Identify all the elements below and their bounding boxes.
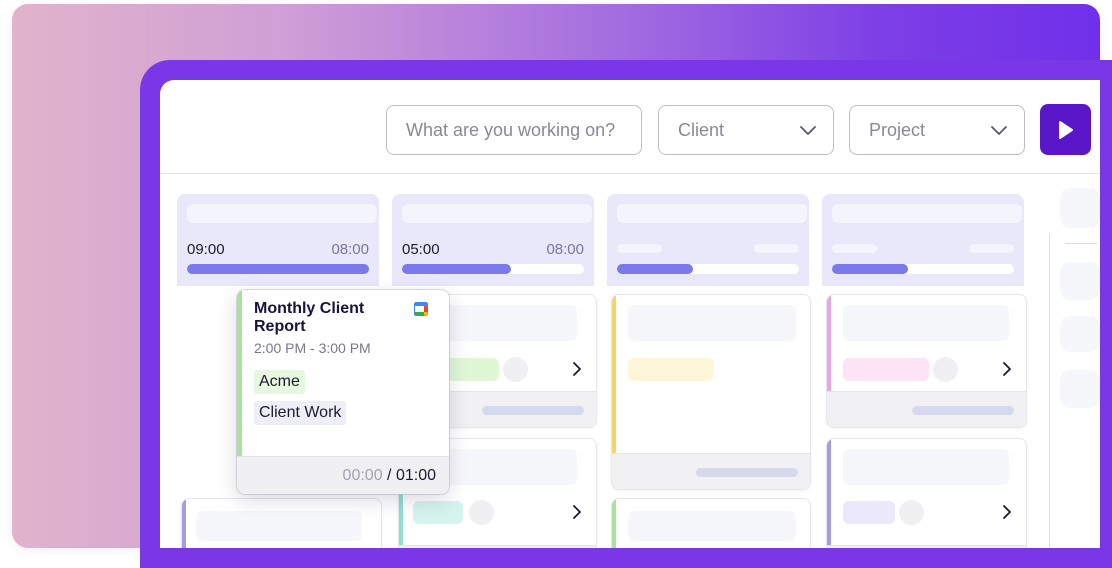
- card-title-skeleton: [843, 449, 1009, 485]
- client-select-label: Client: [678, 119, 725, 140]
- time-entry-card[interactable]: [826, 294, 1027, 428]
- card-title-skeleton: [843, 305, 1009, 341]
- time-entry-card[interactable]: [181, 498, 382, 548]
- chevron-down-icon: [991, 126, 1007, 135]
- card-tag-skeleton: [445, 358, 499, 381]
- time-entry-card[interactable]: [826, 438, 1027, 548]
- chevron-right-icon[interactable]: [570, 505, 584, 519]
- day-column-header: 05:00 08:00: [392, 194, 594, 286]
- rail-divider: [1049, 234, 1050, 548]
- chevron-right-icon[interactable]: [1000, 505, 1014, 519]
- time-skeleton: [832, 244, 877, 253]
- avatar-skeleton: [933, 357, 958, 382]
- footer-skeleton: [696, 468, 798, 477]
- rail-skeleton: [1060, 188, 1100, 228]
- target-time: 08:00: [546, 241, 584, 258]
- event-footer: 00:00 / 01:00: [237, 456, 449, 494]
- avatar-skeleton: [503, 357, 528, 382]
- rail-skeleton: [1060, 316, 1100, 352]
- card-tag-skeleton: [413, 501, 463, 524]
- card-footer: [827, 545, 1026, 548]
- progress-fill: [402, 264, 512, 274]
- card-color-stripe: [612, 499, 616, 548]
- card-tag-skeleton: [843, 358, 929, 381]
- logged-time: 09:00: [187, 241, 225, 258]
- progress-track: [187, 264, 369, 274]
- footer-skeleton: [912, 406, 1014, 415]
- card-color-stripe: [182, 499, 186, 548]
- day-column-header: [607, 194, 809, 286]
- progress-track: [832, 264, 1014, 274]
- calendar-event-card[interactable]: Monthly Client Report 2:00 PM - 3:00 PM …: [237, 290, 449, 494]
- chevron-right-icon[interactable]: [570, 362, 584, 376]
- progress-track: [402, 264, 584, 274]
- footer-skeleton: [482, 406, 584, 415]
- project-select[interactable]: Project: [849, 105, 1025, 155]
- event-timer: 00:00 / 01:00: [343, 467, 436, 485]
- time-skeleton: [754, 244, 799, 253]
- time-skeleton: [617, 244, 662, 253]
- card-color-stripe: [827, 439, 831, 548]
- target-time: 08:00: [331, 241, 369, 258]
- event-time-range: 2:00 PM - 3:00 PM: [254, 340, 371, 356]
- card-tag-skeleton: [843, 501, 895, 524]
- client-select[interactable]: Client: [658, 105, 834, 155]
- play-icon: [1058, 120, 1073, 139]
- card-title-skeleton: [628, 511, 796, 541]
- toolbar: What are you working on? Client Project: [160, 80, 1100, 174]
- client-tag: Acme: [254, 370, 305, 394]
- start-timer-button[interactable]: [1040, 104, 1091, 155]
- header-skeleton: [187, 204, 377, 223]
- header-skeleton: [402, 204, 592, 223]
- event-title: Monthly Client Report: [254, 300, 365, 335]
- avatar-skeleton: [469, 500, 494, 525]
- google-calendar-icon: [414, 302, 428, 316]
- progress-track: [617, 264, 799, 274]
- planned-duration: 01:00: [395, 467, 436, 484]
- search-input[interactable]: What are you working on?: [386, 105, 642, 155]
- avatar-skeleton: [899, 500, 924, 525]
- card-footer: [399, 545, 596, 548]
- progress-fill: [832, 264, 909, 274]
- project-tag: Client Work: [254, 401, 347, 425]
- search-placeholder: What are you working on?: [406, 119, 616, 140]
- card-footer: [827, 391, 1026, 427]
- elapsed-time: 00:00: [342, 467, 383, 484]
- progress-fill: [187, 264, 369, 274]
- card-footer: [612, 453, 810, 489]
- time-entry-card[interactable]: [611, 294, 811, 490]
- rail-skeleton: [1060, 370, 1100, 408]
- progress-fill: [617, 264, 694, 274]
- project-select-label: Project: [869, 119, 926, 140]
- rail-skeleton: [1060, 262, 1100, 300]
- time-entry-card[interactable]: [611, 498, 811, 548]
- card-title-skeleton: [445, 449, 577, 485]
- time-skeleton: [969, 244, 1014, 253]
- card-title-skeleton: [628, 305, 796, 341]
- day-column-header: [822, 194, 1024, 286]
- card-title-skeleton: [196, 511, 362, 541]
- card-tag-skeleton: [628, 358, 714, 381]
- chevron-down-icon: [800, 126, 816, 135]
- card-title-skeleton: [445, 305, 577, 341]
- day-column-header: 09:00 08:00: [177, 194, 379, 286]
- rail-divider: [1065, 243, 1097, 244]
- header-skeleton: [617, 204, 807, 223]
- header-skeleton: [832, 204, 1022, 223]
- logged-time: 05:00: [402, 241, 440, 258]
- timer-separator: /: [387, 467, 392, 484]
- chevron-right-icon[interactable]: [1000, 362, 1014, 376]
